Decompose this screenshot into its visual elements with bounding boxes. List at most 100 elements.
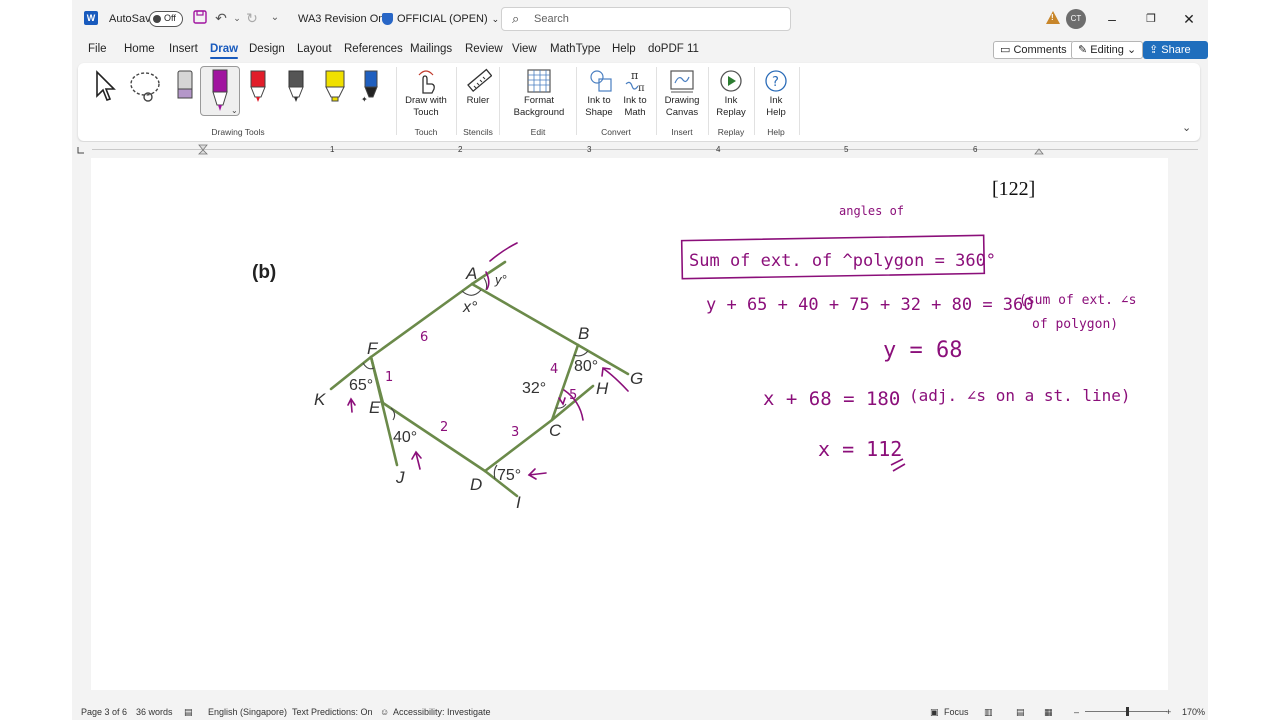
group-label-touch: Touch <box>414 127 438 137</box>
editing-button[interactable]: ✎ Editing ⌄ <box>1071 41 1144 59</box>
restore-icon[interactable]: ❐ <box>1141 9 1161 29</box>
arc-x <box>461 289 482 296</box>
ink-to-math-icon[interactable]: ππ <box>623 68 649 97</box>
pen-red-icon[interactable] <box>248 69 268 103</box>
angle-label-F: 65° <box>349 377 373 394</box>
sensitivity-label[interactable]: OFFICIAL (OPEN) ⌄ <box>382 13 499 25</box>
tab-review[interactable]: Review <box>465 43 503 55</box>
ruler-number: 3 <box>587 145 592 154</box>
tab-file[interactable]: File <box>88 43 107 55</box>
svg-text:π: π <box>631 69 638 82</box>
chevron-down-icon: ⌄ <box>491 13 500 24</box>
undo-icon[interactable]: ↶ <box>213 10 229 26</box>
read-mode-icon[interactable]: ▥ <box>984 707 993 718</box>
print-layout-icon[interactable]: ▤ <box>1016 707 1025 718</box>
redo-icon[interactable]: ↻ <box>244 10 260 26</box>
highlighter-yellow-icon[interactable] <box>323 69 345 103</box>
share-label: Share <box>1161 44 1191 56</box>
ink-number-1: 1 <box>385 370 393 385</box>
angle-label-C: 32° <box>522 380 546 397</box>
page-count[interactable]: Page 3 of 6 <box>81 707 127 717</box>
comments-button[interactable]: ▭ Comments <box>993 41 1074 59</box>
ink-to-shape-icon[interactable] <box>588 68 614 97</box>
collapse-ribbon-icon[interactable]: ⌄ <box>1182 121 1191 134</box>
ruler-number: 1 <box>330 145 335 154</box>
ruler-label[interactable]: Ruler <box>460 95 496 107</box>
horizontal-ruler[interactable]: 1 2 3 4 5 6 <box>72 142 1208 158</box>
ink-to-shape-label-2: Shape <box>585 107 613 118</box>
svg-text:π: π <box>638 83 645 94</box>
autosave-toggle[interactable]: Off <box>149 11 183 27</box>
group-label-edit: Edit <box>530 127 546 137</box>
tab-home[interactable]: Home <box>124 43 155 55</box>
tab-view[interactable]: View <box>512 43 537 55</box>
ribbon-separator <box>576 67 577 135</box>
ink-line-1: y + 65 + 40 + 75 + 32 + 80 = 360 <box>706 295 1034 315</box>
share-button[interactable]: ⇪ Share ⌄ <box>1143 41 1208 74</box>
select-cursor-icon[interactable] <box>94 70 118 105</box>
group-label-stencils: Stencils <box>463 127 493 137</box>
tab-help[interactable]: Help <box>612 43 636 55</box>
tab-mailings[interactable]: Mailings <box>410 43 452 55</box>
tab-insert[interactable]: Insert <box>169 43 198 55</box>
pencil-gray-icon[interactable] <box>286 69 306 103</box>
eraser-icon[interactable] <box>175 69 195 103</box>
draw-with-touch-icon[interactable] <box>414 69 438 98</box>
word-count[interactable]: 36 words <box>136 707 173 717</box>
avatar[interactable]: CT <box>1066 9 1086 29</box>
ruler-icon[interactable] <box>466 68 493 97</box>
close-icon[interactable]: ✕ <box>1179 9 1199 29</box>
zoom-in-icon[interactable]: + <box>1166 707 1171 717</box>
text-predictions-status[interactable]: Text Predictions: On <box>292 707 373 717</box>
pen-galaxy-blue-icon[interactable]: ✦ <box>361 69 381 104</box>
word-window: W AutoSave Off ↶ ⌄ ↻ ⌄ WA3 Revision One … <box>72 0 1208 720</box>
ink-line-1-reason-a: (sum of ext. ∠s <box>1019 293 1136 308</box>
zoom-out-icon[interactable]: – <box>1074 707 1079 717</box>
proofing-icon[interactable]: ▤ <box>184 707 193 718</box>
zoom-slider[interactable] <box>1085 707 1167 716</box>
drawing-canvas-icon[interactable] <box>669 68 695 97</box>
point-label-F: F <box>367 339 379 358</box>
ink-to-math-label-2: Math <box>624 107 646 118</box>
shield-icon <box>382 13 393 25</box>
language-status[interactable]: English (Singapore) <box>208 707 287 717</box>
accessibility-status[interactable]: Accessibility: Investigate <box>393 707 491 717</box>
search-placeholder: Search <box>534 13 569 25</box>
web-layout-icon[interactable]: ▦ <box>1044 707 1053 718</box>
point-label-J: J <box>395 468 405 487</box>
document-title[interactable]: WA3 Revision One <box>298 13 391 25</box>
ruler-number: 4 <box>716 145 721 154</box>
lasso-select-icon[interactable] <box>128 70 164 107</box>
point-label-I: I <box>516 493 521 512</box>
undo-dropdown-icon[interactable]: ⌄ <box>229 10 245 26</box>
save-icon[interactable] <box>192 10 208 26</box>
tab-layout[interactable]: Layout <box>297 43 332 55</box>
tab-mathtype[interactable]: MathType <box>550 43 601 55</box>
search-input[interactable]: ⌕ Search <box>501 7 791 31</box>
tab-draw[interactable]: Draw <box>210 43 239 59</box>
tab-dopdf[interactable]: doPDF 11 <box>648 43 699 55</box>
tab-design[interactable]: Design <box>249 43 285 55</box>
ribbon-separator <box>456 67 457 135</box>
group-label-insert: Insert <box>671 127 693 137</box>
focus-button[interactable]: Focus <box>944 707 969 717</box>
document-page[interactable]: [122] (b) A B C D E F G H I J K x° y° 80… <box>91 158 1168 690</box>
ink-ext-line-A <box>489 242 518 262</box>
zoom-slider-thumb[interactable] <box>1126 707 1129 716</box>
customize-toolbar-icon[interactable]: ⌄ <box>267 10 283 26</box>
warning-icon[interactable]: ! <box>1046 11 1060 24</box>
zoom-level[interactable]: 170% <box>1182 707 1205 717</box>
minimize-icon[interactable]: – <box>1102 9 1122 29</box>
pen-purple-selected[interactable]: ⌄ <box>200 66 240 116</box>
point-label-G: G <box>630 369 643 388</box>
ink-help-label-1: Ink <box>769 95 783 106</box>
ribbon-separator <box>708 67 709 135</box>
ink-replay-icon[interactable] <box>718 68 744 97</box>
title-bar: W AutoSave Off ↶ ⌄ ↻ ⌄ WA3 Revision One … <box>72 0 1208 38</box>
format-background-icon[interactable] <box>526 68 552 97</box>
angle-label-B: 80° <box>574 358 598 375</box>
ink-help-icon[interactable]: ? <box>763 68 789 97</box>
tab-references[interactable]: References <box>344 43 403 55</box>
autosave-state: Off <box>164 13 176 23</box>
editing-label: Editing <box>1090 44 1124 56</box>
